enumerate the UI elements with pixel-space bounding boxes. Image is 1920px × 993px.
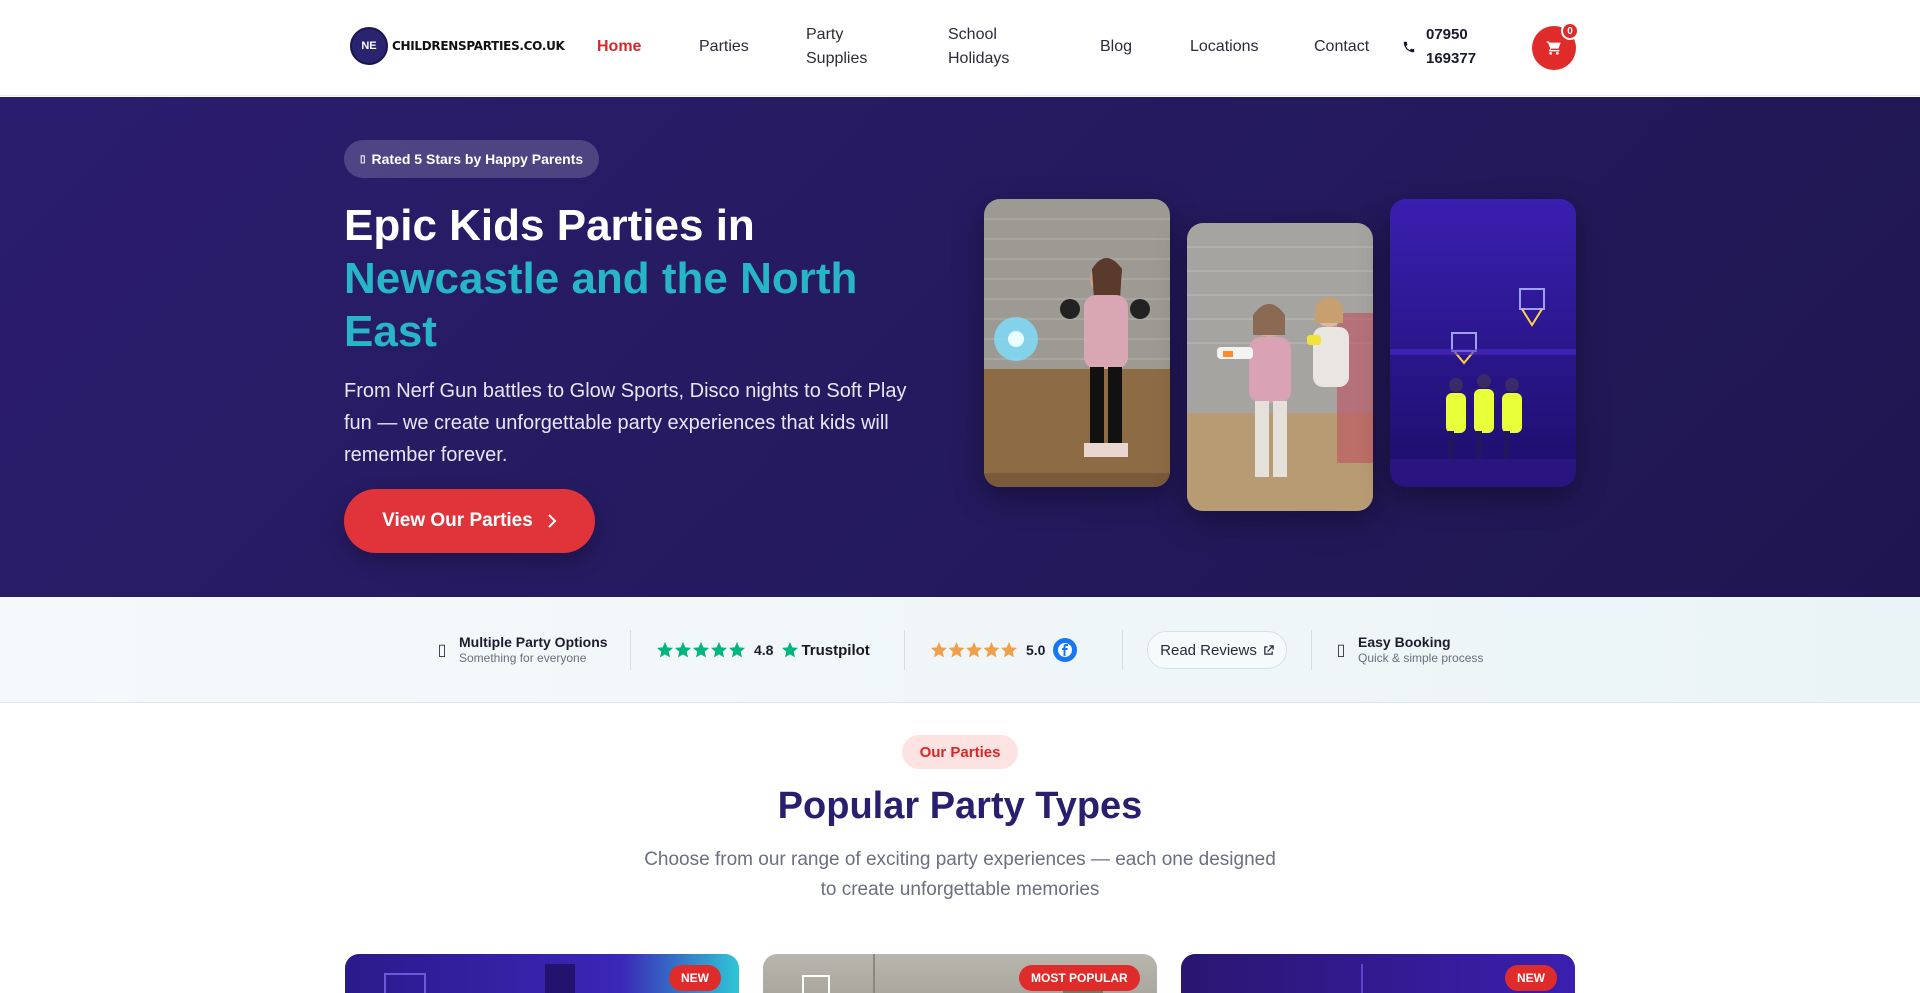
nav-party-supplies[interactable]: Party Supplies <box>806 23 876 71</box>
trust-bar: ▯ Multiple Party Options Something for e… <box>0 597 1920 703</box>
rating-badge: ▯ Rated 5 Stars by Happy Parents <box>344 140 600 178</box>
section-title: Popular Party Types <box>777 785 1143 827</box>
calendar-icon: ▯ <box>1336 642 1346 659</box>
trust-facebook[interactable]: 5.0 <box>930 597 1078 703</box>
nav-contact[interactable]: Contact <box>1314 35 1369 59</box>
external-link-icon <box>1264 644 1274 655</box>
party-card-3[interactable]: NEW <box>1181 954 1575 993</box>
nav-blog[interactable]: Blog <box>1100 35 1132 59</box>
hero-photo-nerf <box>1187 223 1373 511</box>
divider <box>1311 630 1312 670</box>
hero-photo-glow-sports <box>1390 199 1576 487</box>
site-logo[interactable]: NE CHILDRENSPARTIES.CO.UK <box>350 27 565 65</box>
trust-easy-booking: ▯ Easy Booking Quick & simple process <box>1336 597 1484 703</box>
cart-icon <box>1546 41 1561 55</box>
divider <box>1122 630 1123 670</box>
hero-title-accent: Newcastle and the North East <box>344 254 858 356</box>
trustpilot-rating: 4.8 <box>754 642 774 658</box>
view-parties-button[interactable]: View Our Parties <box>344 489 595 553</box>
divider <box>630 630 631 670</box>
nav-parties[interactable]: Parties <box>699 35 749 59</box>
phone-icon <box>1403 41 1415 53</box>
hero-title: Epic Kids Parties in Newcastle and the N… <box>344 199 904 358</box>
cta-label: View Our Parties <box>382 510 533 531</box>
read-reviews-label: Read Reviews <box>1160 641 1257 659</box>
facebook-stars-icon <box>931 642 1017 658</box>
hero-title-line: Epic Kids Parties in <box>344 201 755 250</box>
section-pill: Our Parties <box>902 735 1018 769</box>
star-icon: ▯ <box>360 153 366 165</box>
hero-subtitle: From Nerf Gun battles to Glow Sports, Di… <box>344 380 907 466</box>
party-card-1[interactable]: NEW <box>345 954 739 993</box>
card-tag-most-popular: MOST POPULAR <box>1019 965 1140 991</box>
nav-school-holidays[interactable]: School Holidays <box>948 23 1018 71</box>
facebook-rating: 5.0 <box>1026 642 1046 658</box>
nav-locations[interactable]: Locations <box>1190 35 1259 59</box>
card-tag-new: NEW <box>669 965 721 991</box>
trustpilot-logo-icon <box>782 642 799 658</box>
facebook-icon <box>1053 638 1078 662</box>
trust-party-options: ▯ Multiple Party Options Something for e… <box>437 597 608 703</box>
card-tag-new: NEW <box>1505 965 1557 991</box>
phone-link[interactable]: 07950 169377 <box>1402 23 1486 71</box>
phone-number: 07950 169377 <box>1426 26 1477 67</box>
rating-badge-text: Rated 5 Stars by Happy Parents <box>371 151 584 167</box>
party-icon: ▯ <box>437 642 447 659</box>
trustpilot-stars-icon <box>657 642 745 658</box>
nav-home[interactable]: Home <box>597 35 641 59</box>
party-options-sub: Something for everyone <box>459 651 587 665</box>
party-options-title: Multiple Party Options <box>459 634 608 650</box>
site-header: NE CHILDRENSPARTIES.CO.UK Home Parties P… <box>0 0 1920 96</box>
divider <box>904 630 905 670</box>
hero-section: ▯ Rated 5 Stars by Happy Parents Epic Ki… <box>0 97 1920 597</box>
easy-booking-sub: Quick & simple process <box>1358 651 1484 665</box>
logo-badge: NE <box>350 27 388 65</box>
read-reviews-button[interactable]: Read Reviews <box>1147 631 1287 669</box>
party-card-2[interactable]: MOST POPULAR <box>763 954 1157 993</box>
hero-photo-roller-skating <box>984 199 1170 487</box>
easy-booking-title: Easy Booking <box>1358 634 1451 650</box>
trustpilot-label: Trustpilot <box>801 641 870 659</box>
chevron-right-icon <box>548 514 557 528</box>
trust-trustpilot[interactable]: 4.8 Trustpilot <box>656 597 870 703</box>
cart-count-badge: 0 <box>1561 22 1579 40</box>
section-subtitle: Choose from our range of exciting party … <box>644 849 1276 900</box>
logo-text: CHILDRENSPARTIES.CO.UK <box>392 39 565 53</box>
